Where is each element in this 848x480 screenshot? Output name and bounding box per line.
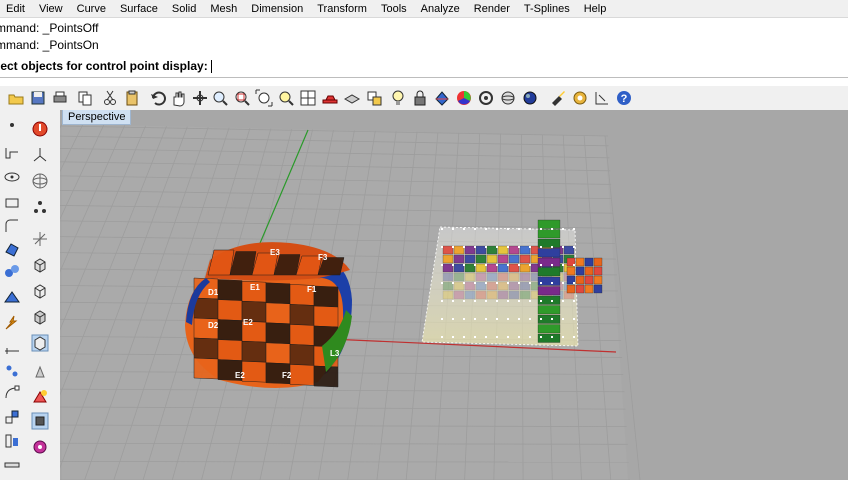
solid-spheres-icon[interactable] bbox=[1, 260, 23, 282]
rotate-icon[interactable] bbox=[190, 88, 210, 108]
perspective-viewport[interactable]: E3 F3 D1 E1 F1 D2 E2 E2 F2 L3 Perspective bbox=[60, 110, 848, 480]
render-icon[interactable] bbox=[29, 386, 51, 408]
command-history-line: mmand: _PointsOff bbox=[0, 21, 99, 35]
face-label: E1 bbox=[250, 283, 260, 292]
help-icon[interactable]: ? bbox=[614, 88, 634, 108]
copy-icon[interactable] bbox=[75, 88, 95, 108]
paint-icon[interactable] bbox=[432, 88, 452, 108]
color-wheel-icon[interactable] bbox=[454, 88, 474, 108]
face-label: F2 bbox=[282, 371, 292, 380]
dimension-icon[interactable] bbox=[592, 88, 612, 108]
menu-view[interactable]: View bbox=[31, 1, 69, 17]
box-icon[interactable] bbox=[29, 254, 51, 276]
menu-bar: Edit View Curve Surface Solid Mesh Dimension Tr… bbox=[0, 0, 848, 18]
move-icon[interactable] bbox=[364, 88, 384, 108]
face-label: L3 bbox=[330, 349, 340, 358]
text-cursor bbox=[210, 60, 212, 74]
array-icon[interactable] bbox=[1, 430, 23, 452]
viewport-title-tab[interactable]: Perspective bbox=[62, 110, 132, 125]
left-toolbar bbox=[0, 110, 61, 480]
lightning-icon[interactable] bbox=[1, 312, 23, 334]
menu-t-splines[interactable]: T-Splines bbox=[516, 1, 576, 17]
grid-icon[interactable] bbox=[298, 88, 318, 108]
standard-toolbar: ? bbox=[0, 86, 848, 111]
menu-solid[interactable]: Solid bbox=[164, 1, 202, 17]
menu-surface[interactable]: Surface bbox=[112, 1, 164, 17]
box-edit-icon[interactable] bbox=[29, 306, 51, 328]
zoom-window-icon[interactable] bbox=[232, 88, 252, 108]
zoom-extents-icon[interactable] bbox=[254, 88, 274, 108]
menu-mesh[interactable]: Mesh bbox=[202, 1, 243, 17]
menu-transform[interactable]: Transform bbox=[309, 1, 373, 17]
car-icon[interactable] bbox=[320, 88, 340, 108]
face-label: F3 bbox=[318, 253, 328, 262]
face-label: E3 bbox=[270, 248, 280, 257]
face-label: D2 bbox=[208, 321, 219, 330]
box-wire-icon[interactable] bbox=[29, 280, 51, 302]
lock-icon[interactable] bbox=[410, 88, 430, 108]
menu-curve[interactable]: Curve bbox=[69, 1, 112, 17]
menu-tools[interactable]: Tools bbox=[373, 1, 413, 17]
ruler-icon[interactable] bbox=[1, 454, 23, 476]
menu-analyze[interactable]: Analyze bbox=[413, 1, 466, 17]
menu-render[interactable]: Render bbox=[466, 1, 516, 17]
tspline-box-faces bbox=[186, 249, 352, 388]
cut-icon[interactable] bbox=[100, 88, 120, 108]
box-selected-icon[interactable] bbox=[29, 332, 51, 354]
scale-icon[interactable] bbox=[1, 406, 23, 428]
gear-icon[interactable] bbox=[29, 436, 51, 458]
command-history: mmand: _PointsOff mmand: _PointsOn bbox=[0, 18, 848, 58]
command-history-line: mmand: _PointsOn bbox=[0, 38, 99, 52]
zoom-icon[interactable] bbox=[210, 88, 230, 108]
layer-icon[interactable] bbox=[342, 88, 362, 108]
rings-icon[interactable] bbox=[476, 88, 496, 108]
light-tool-icon[interactable] bbox=[29, 360, 51, 382]
transform-icon[interactable] bbox=[1, 360, 23, 382]
face-label: E2 bbox=[235, 371, 245, 380]
command-prompt[interactable]: lect objects for control point display: bbox=[0, 57, 848, 78]
curve-edit-icon[interactable] bbox=[1, 382, 23, 404]
zoom-selected-icon[interactable] bbox=[276, 88, 296, 108]
arc-icon[interactable] bbox=[1, 216, 23, 238]
point-icon[interactable] bbox=[1, 114, 23, 136]
dim-tool-icon[interactable] bbox=[1, 336, 23, 358]
sphere-wire-icon[interactable] bbox=[29, 170, 51, 192]
viewport-scene[interactable]: E3 F3 D1 E1 F1 D2 E2 E2 F2 L3 bbox=[60, 110, 848, 480]
extrude-icon[interactable] bbox=[29, 144, 51, 166]
svg-text:?: ? bbox=[621, 93, 628, 105]
stop-icon[interactable] bbox=[29, 118, 51, 140]
open-icon[interactable] bbox=[6, 88, 26, 108]
sphere-icon[interactable] bbox=[498, 88, 518, 108]
face-label: F1 bbox=[307, 285, 317, 294]
print-icon[interactable] bbox=[50, 88, 70, 108]
frame-icon[interactable] bbox=[29, 410, 51, 432]
undo-icon[interactable] bbox=[148, 88, 168, 108]
axes-tool-icon[interactable] bbox=[29, 228, 51, 250]
split-icon[interactable] bbox=[29, 196, 51, 218]
mesh-tool-icon[interactable] bbox=[1, 286, 23, 308]
polyline-icon[interactable] bbox=[1, 142, 23, 164]
command-prompt-text: lect objects for control point display: bbox=[0, 59, 208, 73]
surface-icon[interactable] bbox=[1, 238, 23, 260]
save-icon[interactable] bbox=[28, 88, 48, 108]
face-label: D1 bbox=[208, 288, 219, 297]
menu-dimension[interactable]: Dimension bbox=[243, 1, 309, 17]
flashlight-icon[interactable] bbox=[548, 88, 568, 108]
paste-icon[interactable] bbox=[122, 88, 142, 108]
bulb-icon[interactable] bbox=[388, 88, 408, 108]
menu-help[interactable]: Help bbox=[576, 1, 613, 17]
circle-tool-icon[interactable] bbox=[1, 166, 23, 188]
face-label: E2 bbox=[243, 318, 253, 327]
pan-hand-icon[interactable] bbox=[168, 88, 188, 108]
menu-edit[interactable]: Edit bbox=[0, 1, 31, 17]
sphere-dark-icon[interactable] bbox=[520, 88, 540, 108]
rectangle-icon[interactable] bbox=[1, 192, 23, 214]
settings-icon[interactable] bbox=[570, 88, 590, 108]
